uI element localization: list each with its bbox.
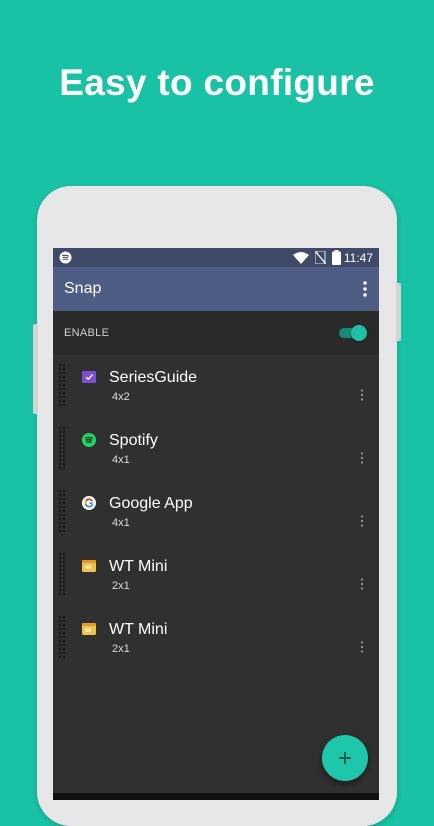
battery-icon [332,250,341,265]
google-icon [82,496,96,510]
add-widget-button[interactable] [322,735,368,781]
status-time: 11:47 [343,251,373,265]
widget-size: 2x1 [112,580,130,592]
widget-name: WT Mini [109,558,168,575]
spotify-icon [82,433,96,447]
widget-name: Spotify [109,432,158,449]
navigation-bar [53,793,379,800]
list-item[interactable]: Spotify 4x1 [53,418,379,481]
plus-icon [344,752,346,764]
item-more-icon[interactable] [360,389,364,401]
widget-name: WT Mini [109,621,168,638]
drag-handle-icon[interactable] [58,552,66,596]
phone-side-button [33,324,38,414]
widget-name: Google App [109,495,193,512]
enable-switch[interactable] [339,325,367,341]
drag-handle-icon[interactable] [58,363,66,407]
app-title: Snap [64,280,102,297]
drag-handle-icon[interactable] [58,615,66,659]
phone-side-button [396,283,401,341]
wt-mini-icon [82,560,96,572]
app-bar: Snap [53,267,379,311]
enable-label: ENABLE [64,327,110,339]
item-more-icon[interactable] [360,641,364,653]
list-item[interactable]: WT Mini 2x1 [53,544,379,607]
widget-size: 2x1 [112,643,130,655]
item-more-icon[interactable] [360,452,364,464]
spotify-icon [59,251,72,264]
wifi-icon [293,252,309,264]
item-more-icon[interactable] [360,578,364,590]
list-item[interactable]: SeriesGuide 4x2 [53,355,379,418]
seriesguide-icon [82,371,96,383]
no-sim-icon [315,251,326,264]
item-more-icon[interactable] [360,515,364,527]
widget-size: 4x1 [112,454,130,466]
drag-handle-icon[interactable] [58,426,66,470]
list-item[interactable]: Google App 4x1 [53,481,379,544]
drag-handle-icon[interactable] [58,489,66,533]
phone-screen: 11:47 Snap ENABLE SeriesGuide 4x2 Spotif… [53,248,379,800]
enable-row[interactable]: ENABLE [53,311,379,355]
headline: Easy to configure [59,62,375,103]
list-item[interactable]: WT Mini 2x1 [53,607,379,670]
widget-size: 4x1 [112,517,130,529]
widget-name: SeriesGuide [109,369,198,386]
more-vert-icon[interactable] [363,281,367,297]
status-bar: 11:47 [53,248,379,267]
wt-mini-icon [82,623,96,635]
widget-size: 4x2 [112,391,130,403]
switch-thumb [351,325,367,341]
